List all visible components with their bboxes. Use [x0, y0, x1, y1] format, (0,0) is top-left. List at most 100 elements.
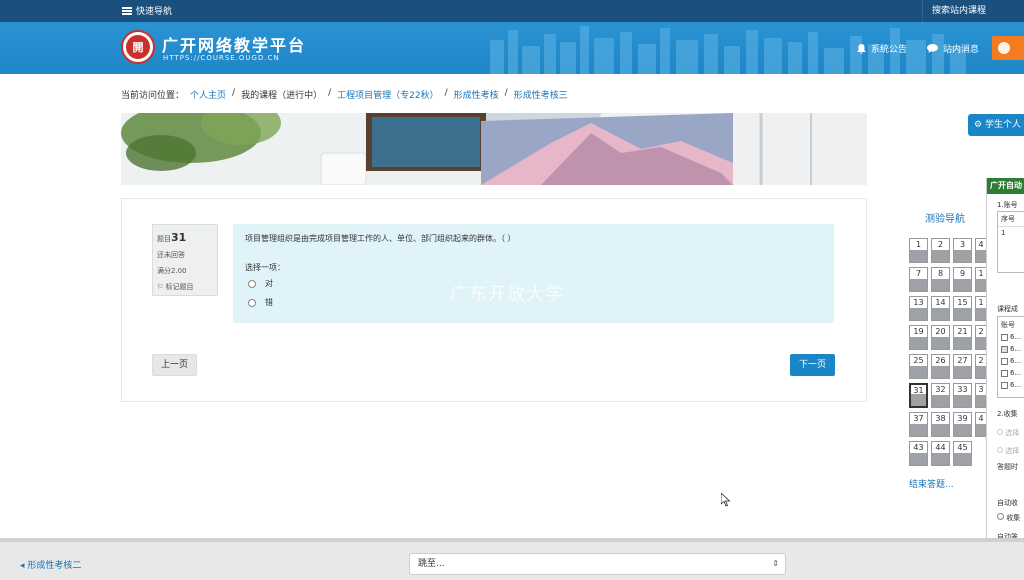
quiz-nav-question-button[interactable]: 3: [953, 238, 972, 263]
menu-icon: [122, 6, 132, 15]
previous-activity-label: 形成性考核二: [27, 561, 82, 571]
breadcrumb-item-section[interactable]: 形成性考核: [454, 88, 499, 101]
course-list-item[interactable]: 6...: [1001, 367, 1024, 379]
account-column-header: 账号: [1001, 321, 1015, 329]
course-list-item[interactable]: 6...: [1001, 331, 1024, 343]
next-page-button[interactable]: 下一页: [790, 354, 835, 376]
quiz-nav-question-button[interactable]: 15: [953, 296, 972, 321]
quiz-nav-question-button[interactable]: 2: [975, 325, 986, 350]
collect-section-label: 2.收集: [997, 410, 1018, 418]
answer-option-false[interactable]: 错: [248, 297, 273, 308]
course-list-item[interactable]: 6...: [1001, 379, 1024, 391]
watermark-text: 广东开放大学: [450, 284, 564, 305]
flag-question-link[interactable]: ⚐ 标记题目: [157, 279, 213, 295]
finish-attempt-link[interactable]: 结束答题...: [909, 477, 954, 490]
helper-panel-header[interactable]: 广开自动: [987, 178, 1024, 194]
quiz-nav-question-button[interactable]: 43: [909, 441, 928, 466]
question-number-value: 31: [171, 231, 187, 244]
quiz-nav-question-button[interactable]: 3: [975, 383, 986, 408]
breadcrumb-separator: /: [328, 88, 332, 98]
top-bar: 快速导航 搜索站内课程: [0, 0, 1024, 22]
quiz-nav-question-button[interactable]: 7: [909, 267, 928, 292]
quiz-nav-question-button[interactable]: 1: [975, 267, 986, 292]
quiz-nav-question-button[interactable]: 21: [953, 325, 972, 350]
system-notice-link[interactable]: 系统公告: [857, 42, 907, 55]
site-message-link[interactable]: 站内消息: [927, 42, 979, 55]
question-text: 项目管理组织是由完成项目管理工作的人、单位、部门组织起来的群体。（ ）: [245, 234, 516, 243]
quiz-nav-question-button[interactable]: 8: [931, 267, 950, 292]
course-list-item-label: 6...: [1010, 369, 1022, 377]
question-status: 还未回答: [157, 251, 185, 259]
question-number: 题目31: [157, 230, 213, 247]
student-profile-label: 学生个人: [984, 120, 1021, 130]
collect-option[interactable]: 收集: [997, 513, 1020, 523]
quiz-nav-question-button[interactable]: 14: [931, 296, 950, 321]
share-icon: ⚙: [974, 120, 983, 130]
quiz-nav-question-button[interactable]: 2: [975, 354, 986, 379]
checkbox[interactable]: [1001, 357, 1008, 365]
question-body: 项目管理组织是由完成项目管理工作的人、单位、部门组织起来的群体。（ ） 选择一项…: [233, 224, 834, 323]
quiz-nav-question-button[interactable]: 38: [931, 412, 950, 437]
checkbox-checked[interactable]: [1001, 345, 1008, 353]
quiz-nav-question-button[interactable]: 27: [953, 354, 972, 379]
quiz-nav-question-button[interactable]: 4: [975, 412, 986, 437]
question-info-box: 题目31 还未回答 满分2.00 ⚐ 标记题目: [152, 224, 218, 296]
previous-activity-link[interactable]: ◂ 形成性考核二: [20, 558, 81, 571]
checkbox[interactable]: [1001, 369, 1008, 377]
course-list-item[interactable]: 6...: [1001, 355, 1024, 367]
quiz-nav-question-button[interactable]: 25: [909, 354, 928, 379]
radio-button[interactable]: [997, 513, 1004, 520]
breadcrumb-separator: /: [232, 88, 236, 98]
quick-nav-label: 快速导航: [136, 7, 173, 17]
quiz-nav-question-button[interactable]: 1: [909, 238, 928, 263]
course-list-item-label: 6...: [1010, 381, 1022, 389]
radio-button[interactable]: [997, 429, 1003, 435]
quiz-nav-question-button[interactable]: 1: [975, 296, 986, 321]
question-prefix: 题目: [157, 235, 171, 243]
radio-button[interactable]: [248, 298, 256, 307]
breadcrumb-item-home[interactable]: 个人主页: [190, 88, 226, 101]
quick-nav-button[interactable]: 快速导航: [122, 4, 172, 17]
bell-icon: [857, 43, 866, 54]
breadcrumb-item-my-courses: 我的课程（进行中）: [241, 91, 323, 101]
quiz-nav-question-button[interactable]: 13: [909, 296, 928, 321]
student-profile-button[interactable]: ⚙ 学生个人: [968, 114, 1024, 136]
flag-question-label: 标记题目: [165, 283, 194, 291]
select-option-a[interactable]: 选择: [997, 428, 1019, 438]
choose-one-label: 选择一项：: [245, 263, 285, 272]
user-menu-button[interactable]: [992, 36, 1024, 60]
quiz-nav-question-button[interactable]: 26: [931, 354, 950, 379]
previous-page-button[interactable]: 上一页: [152, 354, 197, 376]
account-table: 序号 1: [997, 211, 1024, 273]
select-option-b-label: 选择: [1005, 447, 1020, 455]
quiz-nav-question-button[interactable]: 31: [909, 383, 928, 408]
breadcrumb-item-course[interactable]: 工程项目管理（专22秋）: [337, 88, 438, 101]
quiz-nav-question-button[interactable]: 20: [931, 325, 950, 350]
course-list-item-label: 6...: [1010, 357, 1022, 365]
site-logo-title[interactable]: 广开网络教学平台: [162, 32, 306, 56]
quiz-nav-question-button[interactable]: 9: [953, 267, 972, 292]
breadcrumb-item-quiz[interactable]: 形成性考核三: [514, 88, 568, 101]
site-logo-url: HTTPS://COURSE.OUGD.CN: [163, 54, 280, 62]
checkbox[interactable]: [1001, 333, 1008, 341]
question-score: 满分2.00: [157, 267, 187, 275]
jump-to-select[interactable]: 跳至... ⇕: [409, 553, 786, 575]
radio-button[interactable]: [248, 279, 256, 288]
quiz-nav-question-button[interactable]: 19: [909, 325, 928, 350]
checkbox[interactable]: [1001, 381, 1008, 389]
quiz-nav-question-button[interactable]: 32: [931, 383, 950, 408]
course-list-item[interactable]: 6...: [1001, 343, 1024, 355]
course-search-link[interactable]: 搜索站内课程: [922, 0, 1024, 22]
select-option-b[interactable]: 选择: [997, 446, 1019, 456]
radio-button[interactable]: [997, 447, 1003, 453]
quiz-nav-question-button[interactable]: 4: [975, 238, 986, 263]
answer-option-true[interactable]: 对: [248, 278, 273, 289]
quiz-nav-question-button[interactable]: 33: [953, 383, 972, 408]
course-section-label: 课程成: [997, 305, 1018, 313]
quiz-nav-question-button[interactable]: 39: [953, 412, 972, 437]
quiz-nav-question-button[interactable]: 37: [909, 412, 928, 437]
quiz-nav-question-button[interactable]: 2: [931, 238, 950, 263]
banner-illustration: [121, 113, 867, 185]
quiz-nav-question-button[interactable]: 44: [931, 441, 950, 466]
quiz-nav-question-button[interactable]: 45: [953, 441, 972, 466]
